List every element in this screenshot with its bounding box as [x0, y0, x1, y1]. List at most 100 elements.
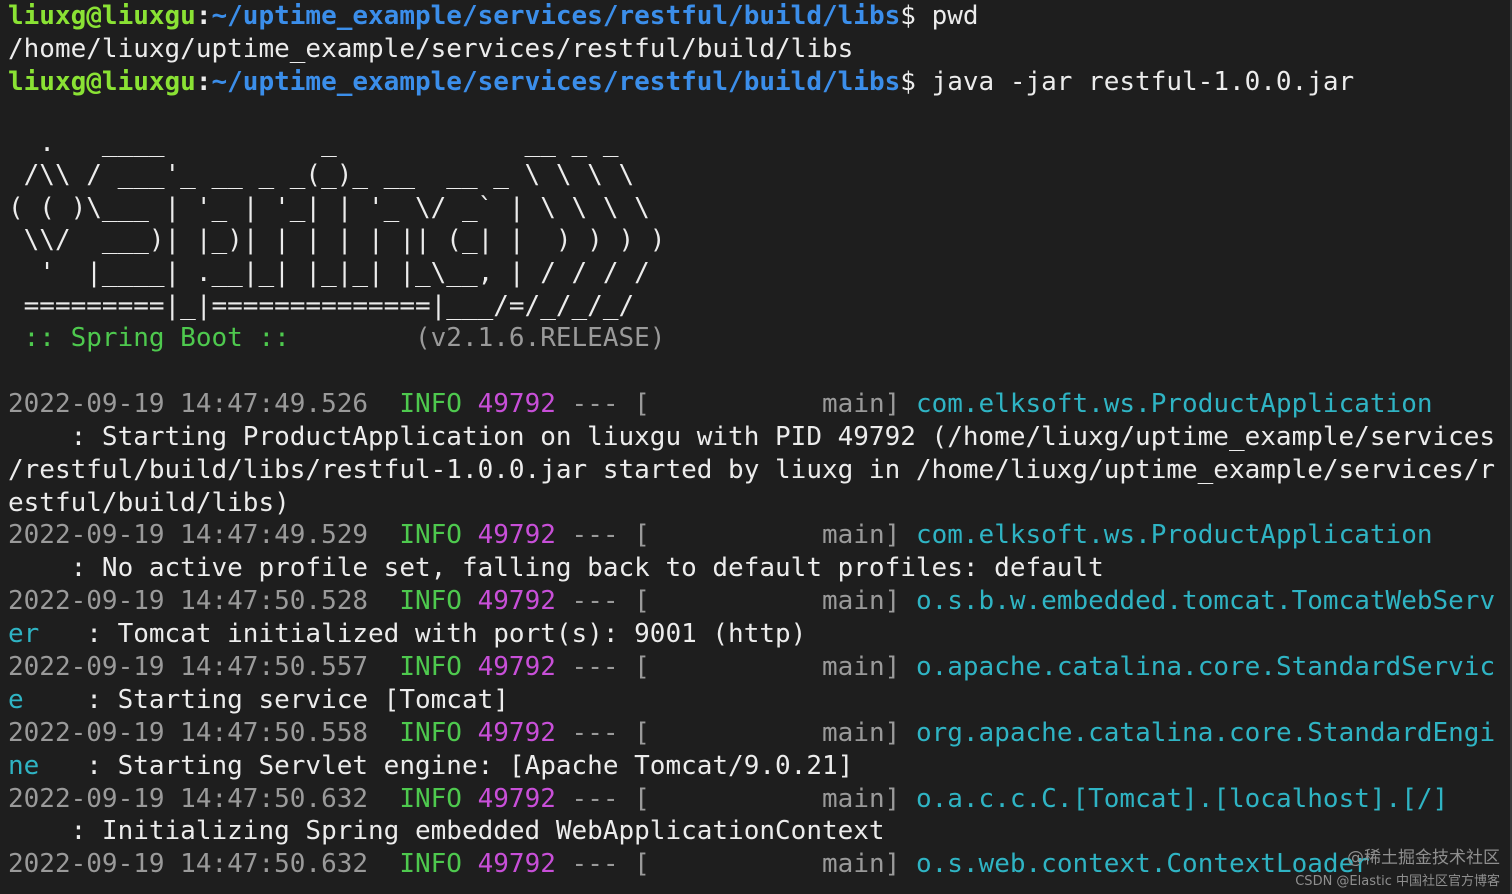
prompt-symbol: $ [900, 1, 932, 31]
log-thread: main] [649, 849, 901, 880]
prompt-colon: : [195, 66, 212, 97]
log-entry-header: 2022-09-19 14:47:50.632 INFO 49792 --- [… [8, 783, 1510, 816]
prompt-path: ~/uptime_example/services/restful/build/… [211, 1, 901, 31]
log-pid: 49792 [477, 783, 556, 814]
log-entry-header: 2022-09-19 14:47:49.529 INFO 49792 --- [… [8, 519, 1510, 552]
log-thread: main] [649, 783, 901, 814]
log-logger: com.elksoft.ws.ProductApplication [915, 388, 1433, 419]
spring-boot-version-line: :: Spring Boot :: (v2.1.6.RELEASE) [8, 322, 1510, 355]
log-level: INFO [399, 651, 462, 682]
log-level: INFO [399, 717, 462, 748]
log-logger: org.apache.catalina.core.StandardEngi [915, 717, 1496, 748]
log-thread: main] [649, 586, 901, 617]
log-message-line: estful/build/libs) [8, 487, 1510, 520]
log-logger: o.apache.catalina.core.StandardServic [915, 651, 1496, 682]
log-separator: --- [ [555, 586, 650, 617]
log-entry-header: 2022-09-19 14:47:50.557 INFO 49792 --- [… [8, 651, 1510, 684]
log-logger-continuation: ne [8, 750, 40, 781]
log-message: : Starting Servlet engine: [Apache Tomca… [39, 750, 854, 781]
log-pid: 49792 [477, 651, 556, 682]
log-level: INFO [399, 783, 462, 814]
log-message: /restful/build/libs/restful-1.0.0.jar st… [8, 454, 1496, 485]
log-message-line: er : Tomcat initialized with port(s): 90… [8, 618, 1510, 651]
prompt-path: ~/uptime_example/services/restful/build/… [211, 66, 901, 97]
banner-text: . ____ _ __ _ _ [8, 127, 619, 158]
log-message-line: e : Starting service [Tomcat] [8, 684, 1510, 717]
log-separator: --- [ [555, 717, 650, 748]
log-logger: com.elksoft.ws.ProductApplication [915, 520, 1433, 551]
banner-line: /\\ / ___'_ __ _ _(_)_ __ __ _ \ \ \ \ [8, 159, 1510, 192]
log-message: : Initializing Spring embedded WebApplic… [8, 816, 885, 847]
log-message: : Starting ProductApplication on liuxgu … [8, 421, 1496, 452]
command-text: java -jar restful-1.0.0.jar [931, 66, 1355, 97]
prompt-user: liuxg@liuxgu [8, 1, 196, 31]
juejin-watermark: @稀土掘金技术社区 [1347, 848, 1500, 868]
log-pid: 49792 [477, 388, 556, 419]
log-entry-header: 2022-09-19 14:47:49.526 INFO 49792 --- [… [8, 388, 1510, 421]
log-message-line: ne : Starting Servlet engine: [Apache To… [8, 750, 1510, 783]
banner-text: \\/ ___)| |_)| | | | | || (_| | ) ) ) ) [8, 225, 666, 256]
log-timestamp: 2022-09-19 14:47:50.528 [8, 586, 369, 617]
log-thread: main] [649, 651, 901, 682]
log-logger: o.s.b.w.embedded.tomcat.TomcatWebServ [915, 586, 1496, 617]
log-message-line: : Initializing Spring embedded WebApplic… [8, 815, 1510, 848]
log-message-line: : Starting ProductApplication on liuxgu … [8, 421, 1510, 454]
spring-boot-version: (v2.1.6.RELEASE) [305, 323, 666, 354]
log-level: INFO [399, 849, 462, 880]
log-logger-continuation: er [8, 619, 40, 650]
prompt-line: liuxg@liuxgu:~/uptime_example/services/r… [8, 0, 1510, 33]
log-timestamp: 2022-09-19 14:47:50.558 [8, 717, 369, 748]
log-pid: 49792 [477, 520, 556, 551]
log-separator: --- [ [555, 849, 650, 880]
log-separator: --- [ [555, 783, 650, 814]
log-timestamp: 2022-09-19 14:47:50.632 [8, 849, 369, 880]
log-entry-header: 2022-09-19 14:47:50.558 INFO 49792 --- [… [8, 717, 1510, 750]
banner-text: ' |____| .__|_| |_|_| |_\__, | / / / / [8, 258, 650, 289]
log-pid: 49792 [477, 586, 556, 617]
log-level: INFO [399, 586, 462, 617]
command-output-line: /home/liuxg/uptime_example/services/rest… [8, 33, 1510, 66]
prompt-user: liuxg@liuxgu [8, 66, 196, 97]
log-separator: --- [ [555, 520, 650, 551]
log-pid: 49792 [477, 717, 556, 748]
log-entry-header: 2022-09-19 14:47:50.632 INFO 49792 --- [… [8, 848, 1510, 881]
prompt-symbol: $ [900, 66, 932, 97]
log-level: INFO [399, 388, 462, 419]
log-timestamp: 2022-09-19 14:47:50.557 [8, 651, 369, 682]
banner-text: ( ( )\___ | '_ | '_| | '_ \/ _` | \ \ \ … [8, 192, 650, 223]
banner-text: /\\ / ___'_ __ _ _(_)_ __ __ _ \ \ \ \ [8, 160, 635, 191]
banner-line: =========|_|==============|___/=/_/_/_/ [8, 290, 1510, 323]
prompt-line: liuxg@liuxgu:~/uptime_example/services/r… [8, 66, 1510, 99]
log-timestamp: 2022-09-19 14:47:50.632 [8, 783, 369, 814]
banner-line: ' |____| .__|_| |_|_| |_\__, | / / / / [8, 257, 1510, 290]
spring-ascii-banner: . ____ _ __ _ _ /\\ / ___'_ __ _ _(_)_ _… [8, 127, 1510, 355]
log-timestamp: 2022-09-19 14:47:49.529 [8, 520, 369, 551]
log-logger: o.a.c.c.C.[Tomcat].[localhost].[/] [915, 783, 1449, 814]
log-message: estful/build/libs) [8, 487, 290, 518]
banner-text: =========|_|==============|___/=/_/_/_/ [8, 290, 635, 321]
log-message: : Starting service [Tomcat] [23, 684, 509, 715]
banner-line: \\/ ___)| |_)| | | | | || (_| | ) ) ) ) [8, 224, 1510, 257]
banner-line: ( ( )\___ | '_ | '_| | '_ \/ _` | \ \ \ … [8, 192, 1510, 225]
log-thread: main] [649, 388, 901, 419]
log-message: : Tomcat initialized with port(s): 9001 … [39, 619, 807, 650]
prompt-colon: : [195, 1, 212, 31]
csdn-watermark: CSDN @Elastic 中国社区官方博客 [1295, 874, 1500, 889]
log-level: INFO [399, 520, 462, 551]
terminal-window[interactable]: liuxg@liuxgu:~/uptime_example/services/r… [0, 0, 1512, 894]
